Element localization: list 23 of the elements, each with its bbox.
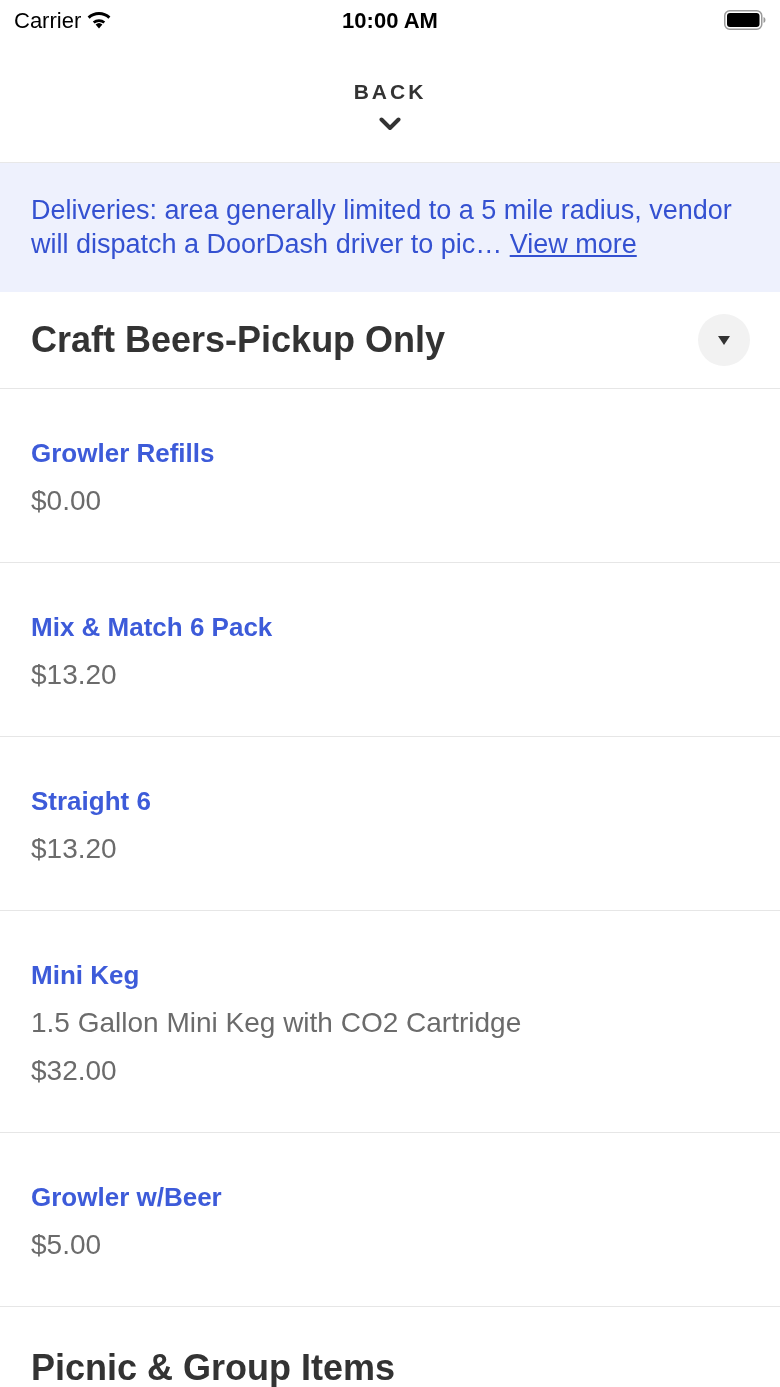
view-more-link[interactable]: View more	[509, 229, 637, 259]
item-description: 1.5 Gallon Mini Keg with CO2 Cartridge	[31, 1006, 522, 1040]
battery-icon	[724, 10, 766, 30]
item-price: $0.00	[31, 484, 102, 518]
carrier-label: Carrier	[14, 6, 82, 35]
status-time: 10:00 AM	[342, 6, 438, 35]
wifi-icon	[87, 11, 112, 29]
caret-icon	[718, 335, 730, 345]
item-price: $5.00	[31, 1228, 102, 1262]
item-price: $32.00	[31, 1054, 117, 1088]
item-name[interactable]: Straight 6	[31, 777, 151, 825]
section-toggle-button[interactable]	[698, 314, 750, 366]
section-title: Craft Beers-Pickup Only	[31, 321, 446, 359]
back-button[interactable]: BACK	[353, 74, 427, 131]
delivery-notice: Deliveries: area generally limited to a 5 mile radius, vendor will dispatch a DoorDash driver to pic… View more	[31, 194, 733, 261]
section-title: Picnic & Group Items	[31, 1348, 396, 1387]
item-name[interactable]: Mini Keg	[31, 951, 140, 999]
item-price: $13.20	[31, 832, 117, 866]
item-name[interactable]: Growler Refills	[31, 429, 215, 477]
chevron-down-icon	[379, 117, 401, 131]
item-price: $13.20	[31, 658, 117, 692]
item-name[interactable]: Growler w/Beer	[31, 1173, 222, 1221]
item-name[interactable]: Mix & Match 6 Pack	[31, 603, 273, 651]
